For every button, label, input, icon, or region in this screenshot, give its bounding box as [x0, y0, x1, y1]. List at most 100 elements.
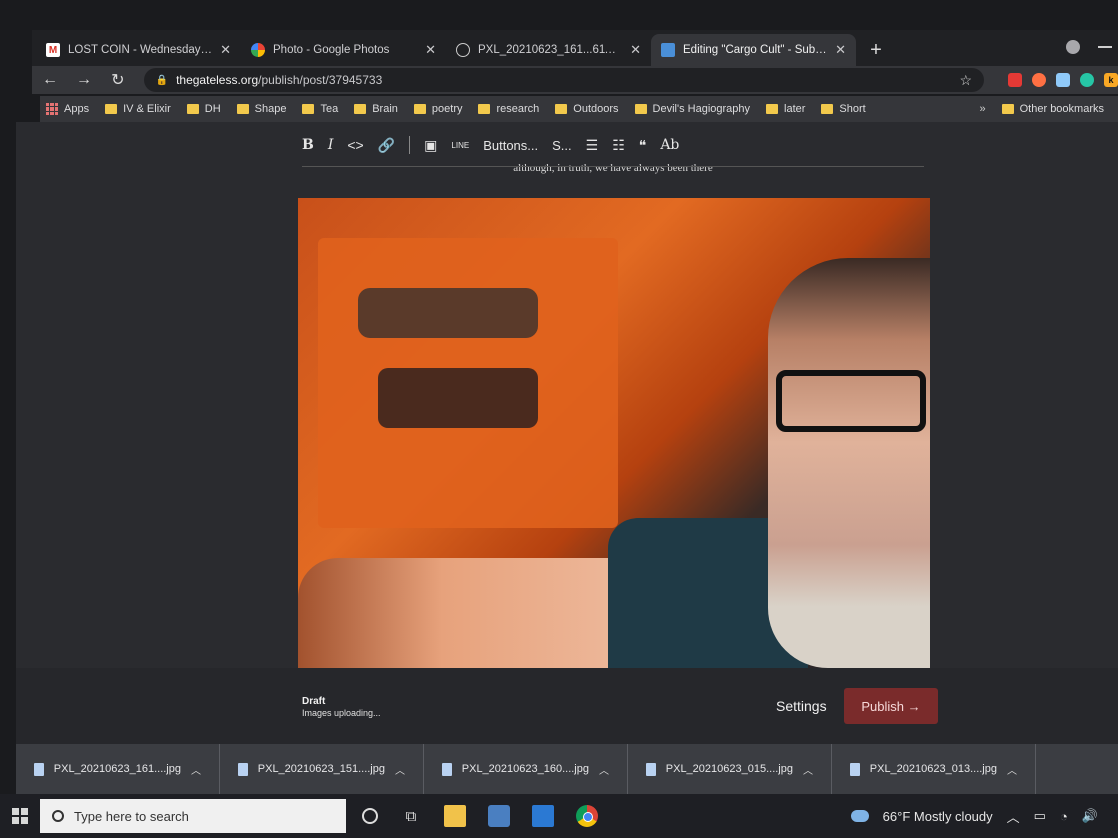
bookmark-folder[interactable]: later: [766, 103, 805, 115]
url-host: thegateless.org: [176, 73, 259, 87]
tab-google-photos[interactable]: Photo - Google Photos ✕: [241, 34, 446, 66]
bookmark-apps[interactable]: Apps: [46, 103, 89, 115]
chevron-up-icon[interactable]: ︿: [803, 762, 813, 777]
folder-icon: [302, 104, 315, 114]
url-path: /publish/post/37945733: [258, 73, 383, 87]
bookmark-star-icon[interactable]: ☆: [959, 72, 972, 89]
file-icon: [646, 762, 656, 776]
weather-text[interactable]: 66°F Mostly cloudy: [883, 809, 993, 824]
bookmarks-bar: Apps IV & Elixir DH Shape Tea Brain poet…: [40, 96, 1118, 122]
grammarly-icon[interactable]: [1080, 73, 1094, 87]
brave-icon[interactable]: [1032, 73, 1046, 87]
tab-title: Editing "Cargo Cult" - Substack: [683, 44, 828, 56]
buttons-dropdown[interactable]: Buttons...: [483, 138, 538, 153]
network-icon[interactable]: ◔: [1060, 809, 1068, 824]
bookmark-folder[interactable]: Shape: [236, 103, 286, 115]
extension-icon[interactable]: [1008, 73, 1022, 87]
code-button[interactable]: <>: [347, 137, 363, 153]
volume-icon[interactable]: 🔊: [1082, 808, 1098, 824]
chrome-icon[interactable]: [576, 805, 598, 827]
tab-strip: M LOST COIN - Wednesday Mornin ✕ Photo -…: [32, 30, 1118, 66]
chevron-up-icon[interactable]: ︿: [1007, 807, 1020, 826]
bookmark-folder[interactable]: IV & Elixir: [105, 103, 171, 115]
italic-button[interactable]: I: [328, 137, 334, 153]
download-item[interactable]: PXL_20210623_151....jpg ︿: [220, 744, 424, 794]
close-icon[interactable]: ✕: [835, 42, 846, 58]
file-explorer-icon[interactable]: [444, 805, 466, 827]
folder-icon: [821, 104, 834, 114]
post-body-text[interactable]: although, in truth, we have always been …: [302, 162, 924, 174]
editor-page: B I <> 🔗 ▣ LINE Buttons... S... ☰ ☷ ❝ Ab…: [16, 122, 1118, 668]
chevron-up-icon[interactable]: ︿: [191, 762, 201, 777]
photo-glasses: [776, 370, 926, 432]
forward-icon[interactable]: →: [76, 71, 92, 89]
google-photos-icon: [251, 43, 265, 57]
bookmark-folder[interactable]: DH: [186, 103, 221, 115]
lock-icon: 🔒: [155, 74, 169, 86]
cortana-icon[interactable]: [362, 808, 378, 824]
image-button[interactable]: ▣: [424, 137, 437, 154]
windows-logo-icon: [12, 808, 28, 824]
downloads-shelf: PXL_20210623_161....jpg ︿ PXL_20210623_1…: [16, 744, 1118, 794]
tab-editing-cargo-cult[interactable]: Editing "Cargo Cult" - Substack ✕: [651, 34, 856, 66]
bookmark-folder[interactable]: Short: [821, 103, 866, 115]
file-icon: [442, 762, 452, 776]
bookmark-folder[interactable]: Outdoors: [555, 103, 619, 115]
file-icon: [238, 762, 248, 776]
close-icon[interactable]: ✕: [220, 42, 231, 58]
tab-title: PXL_20210623_161...611.MP.jp: [478, 44, 623, 56]
link-button[interactable]: 🔗: [378, 137, 395, 154]
browser-toolbar: ← → ↻ 🔒 thegateless.org/publish/post/379…: [32, 66, 1118, 94]
start-button[interactable]: [0, 808, 40, 824]
chevron-up-icon[interactable]: ︿: [1007, 762, 1017, 777]
store-icon[interactable]: [488, 805, 510, 827]
download-item[interactable]: PXL_20210623_015....jpg ︿: [628, 744, 832, 794]
chevron-up-icon[interactable]: ︿: [395, 762, 405, 777]
bullet-list-button[interactable]: ☰: [586, 137, 599, 154]
settings-button[interactable]: Settings: [776, 698, 827, 714]
publish-button[interactable]: Publish →: [844, 688, 938, 724]
bookmark-folder[interactable]: research: [478, 103, 539, 115]
close-icon[interactable]: ✕: [630, 42, 641, 58]
profile-icon[interactable]: [1066, 40, 1080, 54]
draft-status-title: Draft: [302, 696, 326, 707]
taskbar-search[interactable]: Type here to search: [40, 799, 346, 833]
bookmarks-overflow[interactable]: »: [980, 103, 986, 115]
substack-icon: [661, 43, 675, 57]
chevron-up-icon[interactable]: ︿: [599, 762, 609, 777]
photo-vent: [358, 288, 538, 338]
new-tab-button[interactable]: +: [862, 36, 890, 64]
folder-icon: [354, 104, 367, 114]
address-bar[interactable]: 🔒 thegateless.org/publish/post/37945733 …: [143, 68, 984, 92]
mail-icon[interactable]: [532, 805, 554, 827]
tab-pxl-image[interactable]: PXL_20210623_161...611.MP.jp ✕: [446, 34, 651, 66]
bookmark-other[interactable]: Other bookmarks: [1001, 103, 1104, 115]
download-item[interactable]: PXL_20210623_161....jpg ︿: [16, 744, 220, 794]
style-dropdown[interactable]: S...: [552, 138, 572, 153]
bookmark-folder[interactable]: Brain: [354, 103, 398, 115]
reload-icon[interactable]: ↻: [110, 70, 126, 90]
battery-icon[interactable]: ▭: [1034, 808, 1046, 824]
minimize-icon[interactable]: [1098, 46, 1112, 48]
toolbar-divider: [409, 136, 411, 154]
bold-button[interactable]: B: [302, 137, 314, 153]
back-icon[interactable]: ←: [42, 71, 58, 89]
line-button[interactable]: LINE: [451, 141, 469, 150]
keep-icon[interactable]: k: [1104, 73, 1118, 87]
bookmark-folder[interactable]: Devil's Hagiography: [634, 103, 750, 115]
editor-toolbar: B I <> 🔗 ▣ LINE Buttons... S... ☰ ☷ ❝ Ab: [302, 130, 924, 160]
numbered-list-button[interactable]: ☷: [612, 137, 625, 154]
file-icon: [850, 762, 860, 776]
dropbox-icon[interactable]: [1056, 73, 1070, 87]
task-view-icon[interactable]: ⧉: [400, 805, 422, 827]
bookmark-folder[interactable]: Tea: [302, 103, 338, 115]
bookmark-folder[interactable]: poetry: [413, 103, 462, 115]
download-item[interactable]: PXL_20210623_160....jpg ︿: [424, 744, 628, 794]
tab-lost-coin[interactable]: M LOST COIN - Wednesday Mornin ✕: [36, 34, 241, 66]
post-image[interactable]: [298, 198, 930, 668]
close-icon[interactable]: ✕: [425, 42, 436, 58]
quote-button[interactable]: ❝: [639, 137, 647, 154]
text-style-button[interactable]: Ab: [660, 137, 679, 153]
folder-icon: [413, 104, 426, 114]
download-item[interactable]: PXL_20210623_013....jpg ︿: [832, 744, 1036, 794]
